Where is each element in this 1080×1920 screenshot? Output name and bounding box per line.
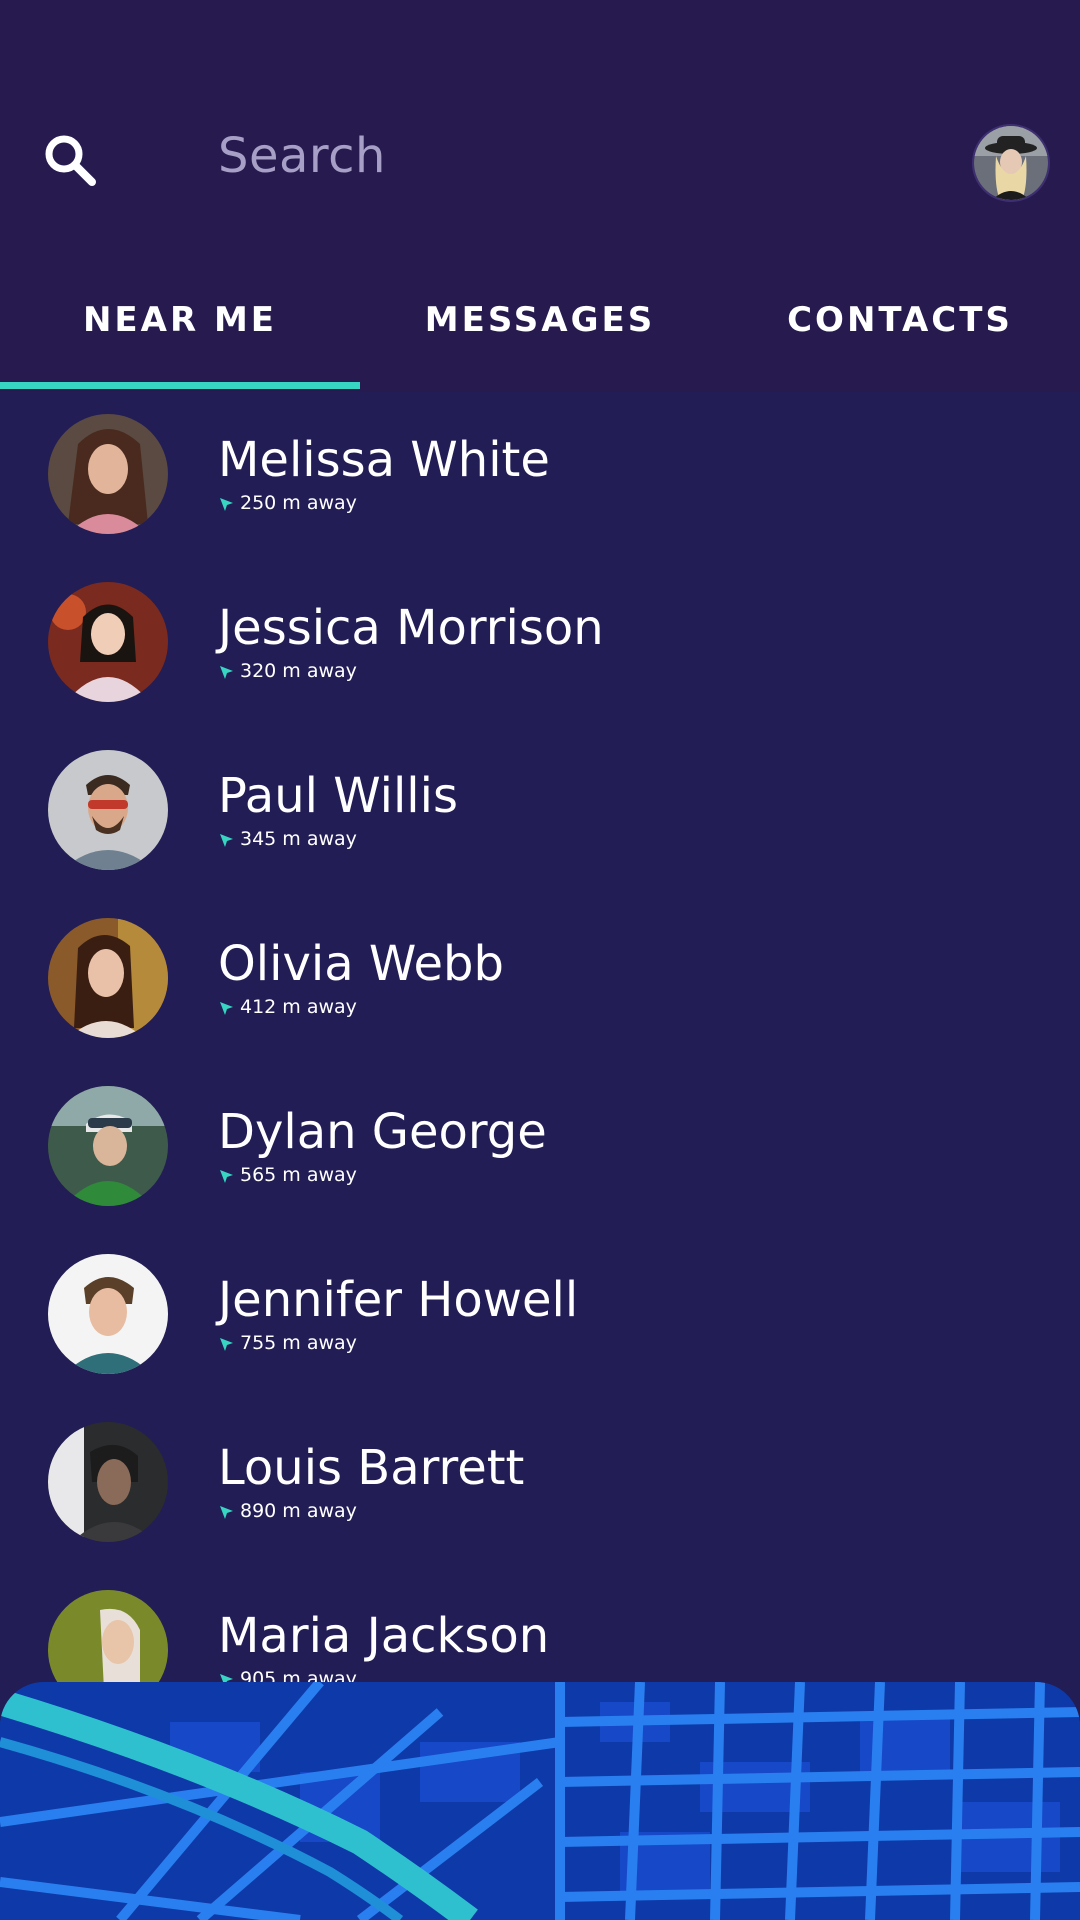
- person-name: Jennifer Howell: [218, 1272, 579, 1328]
- location-arrow-icon: [220, 1337, 233, 1351]
- distance-label: 412 m away: [240, 996, 357, 1018]
- tab-near-me[interactable]: NEAR ME: [0, 290, 360, 350]
- location-arrow-icon: [220, 665, 233, 679]
- tab-contacts[interactable]: CONTACTS: [720, 290, 1080, 350]
- person-name: Paul Willis: [218, 768, 458, 824]
- avatar: [48, 1254, 168, 1374]
- location-arrow-icon: [220, 833, 233, 847]
- person-name: Maria Jackson: [218, 1608, 550, 1664]
- avatar: [48, 750, 168, 870]
- list-item[interactable]: Louis Barrett 890 m away: [0, 1400, 1080, 1568]
- distance-label: 890 m away: [240, 1500, 357, 1522]
- user-avatar[interactable]: [972, 124, 1050, 202]
- person-name: Jessica Morrison: [218, 600, 604, 656]
- active-tab-indicator: [0, 382, 360, 389]
- person-name: Louis Barrett: [218, 1440, 525, 1496]
- distance-label: 565 m away: [240, 1164, 357, 1186]
- list-item[interactable]: Jessica Morrison 320 m away: [0, 560, 1080, 728]
- location-arrow-icon: [220, 1001, 233, 1015]
- app-header: Search NEAR ME MESSAGES CONTACTS: [0, 0, 1080, 392]
- avatar: [48, 1422, 168, 1542]
- list-item[interactable]: Jennifer Howell 755 m away: [0, 1232, 1080, 1400]
- tab-messages[interactable]: MESSAGES: [360, 290, 720, 350]
- tab-bar: NEAR ME MESSAGES CONTACTS: [0, 290, 1080, 378]
- list-item[interactable]: Paul Willis 345 m away: [0, 728, 1080, 896]
- map-panel[interactable]: [0, 1682, 1080, 1920]
- list-item[interactable]: Olivia Webb 412 m away: [0, 896, 1080, 1064]
- avatar: [48, 1086, 168, 1206]
- distance-label: 755 m away: [240, 1332, 357, 1354]
- street-map: [0, 1682, 1080, 1920]
- list-item[interactable]: Dylan George 565 m away: [0, 1064, 1080, 1232]
- search-icon[interactable]: [40, 130, 100, 190]
- person-name: Olivia Webb: [218, 936, 504, 992]
- list-item[interactable]: Melissa White 250 m away: [0, 392, 1080, 560]
- distance-label: 250 m away: [240, 492, 357, 514]
- location-arrow-icon: [220, 1505, 233, 1519]
- avatar: [48, 918, 168, 1038]
- person-name: Dylan George: [218, 1104, 547, 1160]
- distance-label: 320 m away: [240, 660, 357, 682]
- avatar: [48, 582, 168, 702]
- location-arrow-icon: [220, 497, 233, 511]
- search-input[interactable]: Search: [218, 128, 386, 184]
- person-name: Melissa White: [218, 432, 550, 488]
- distance-label: 345 m away: [240, 828, 357, 850]
- avatar: [48, 414, 168, 534]
- location-arrow-icon: [220, 1169, 233, 1183]
